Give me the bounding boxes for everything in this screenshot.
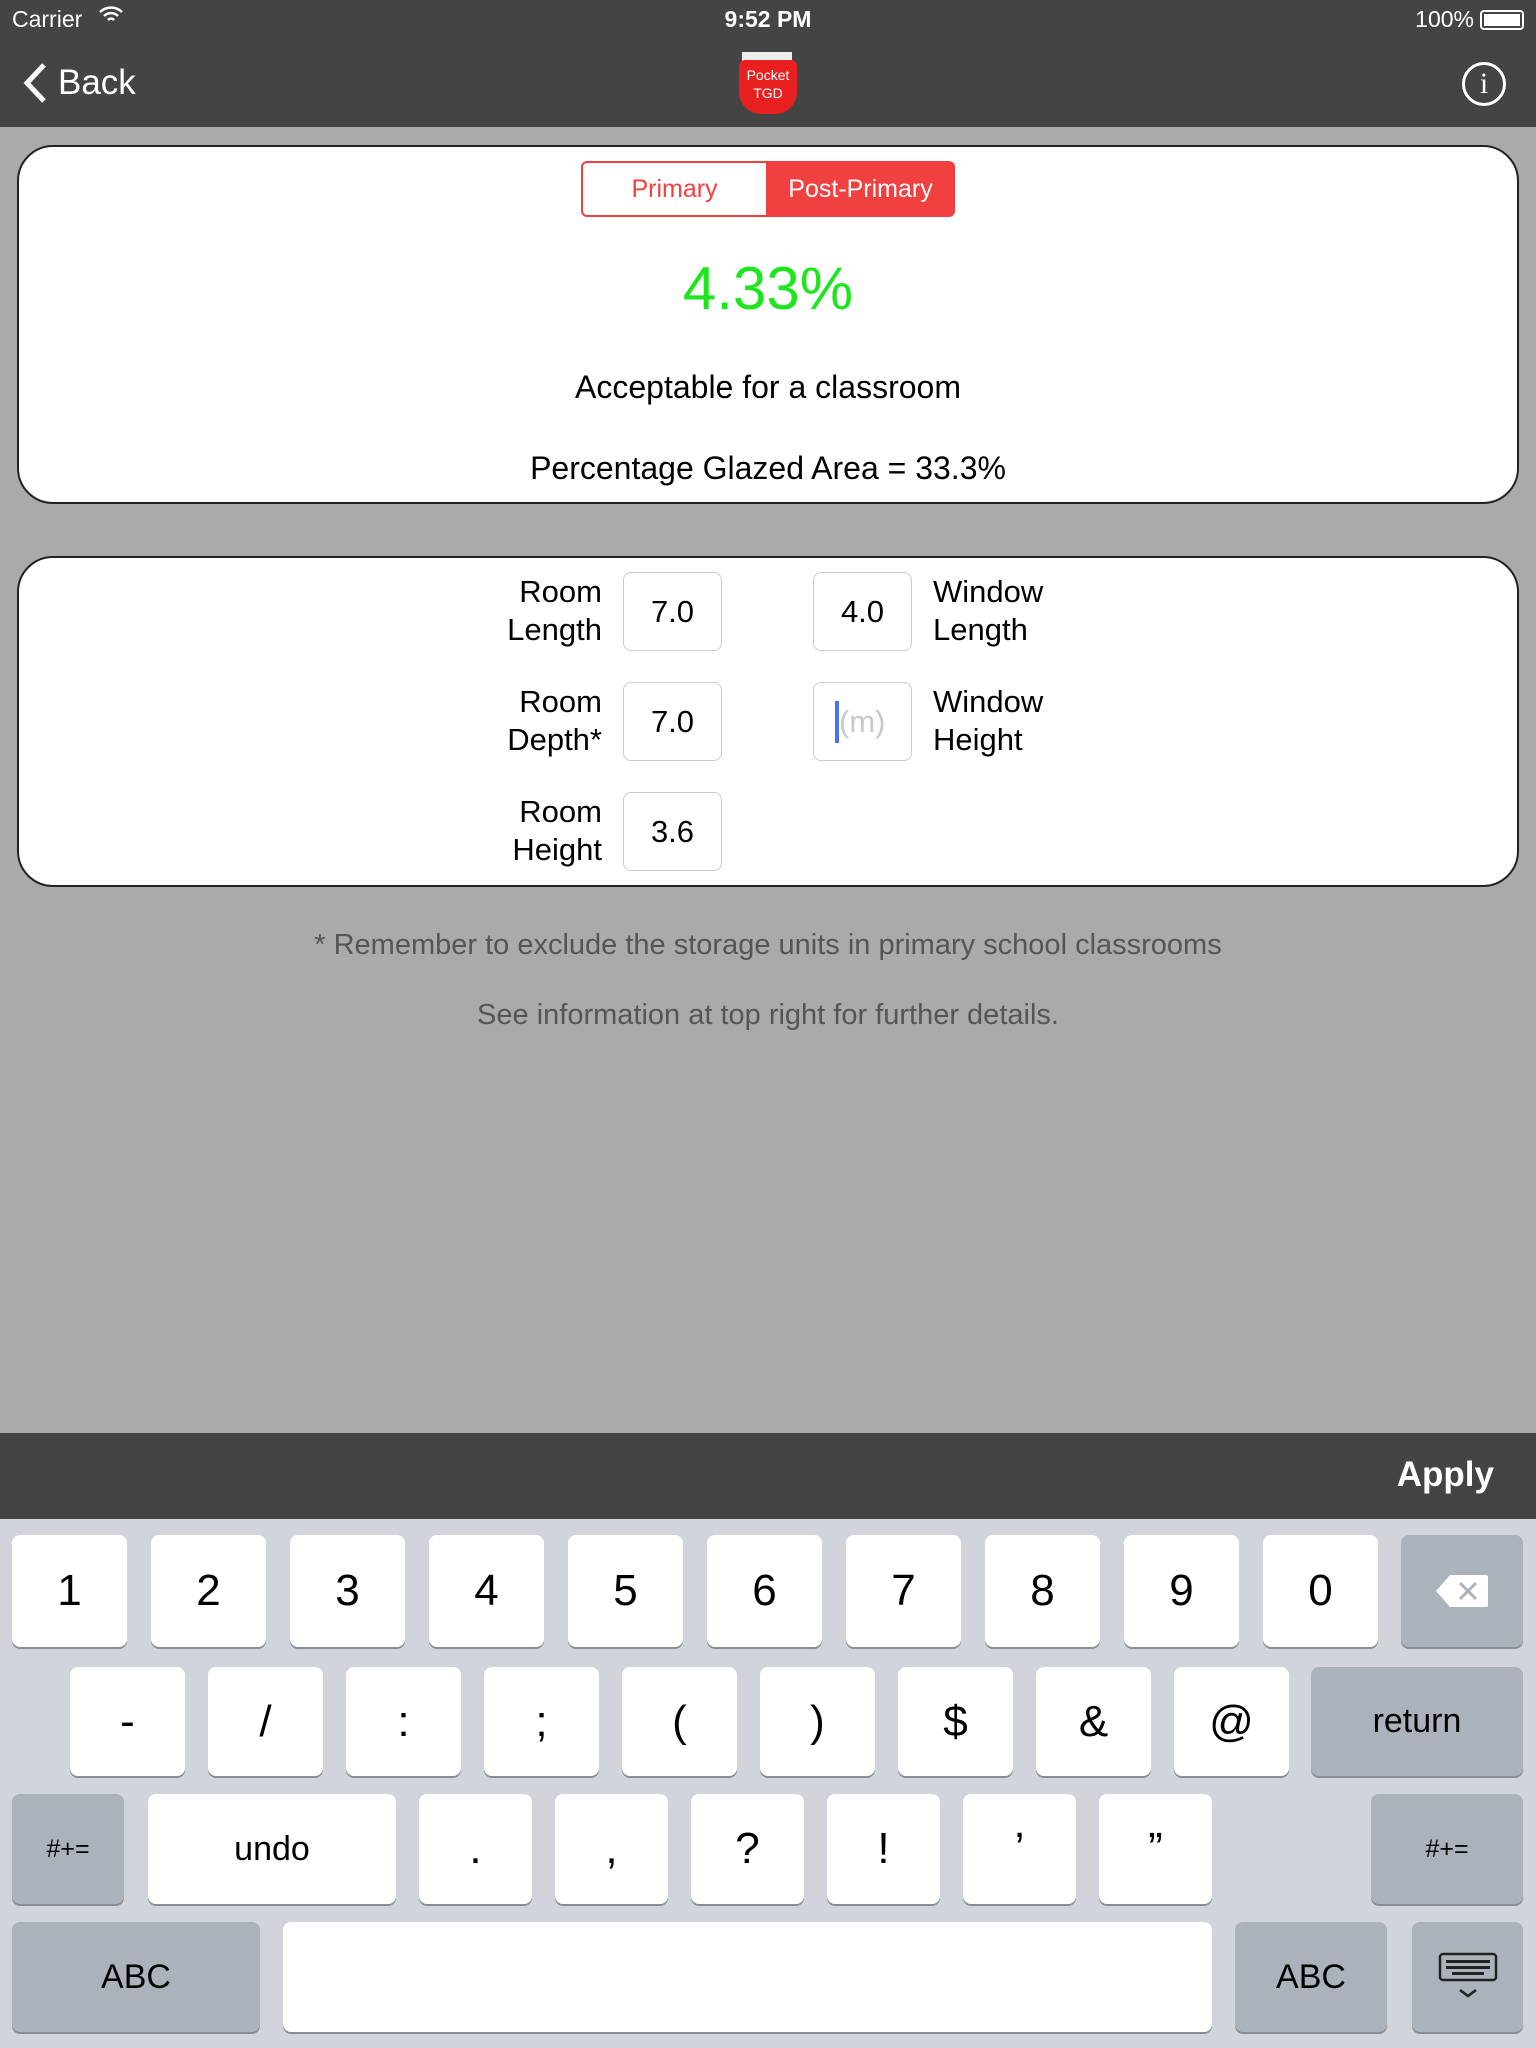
room-height-label: Room Height [512,794,602,867]
backspace-icon [1436,1575,1488,1607]
key-symbol-3[interactable]: ; [484,1667,599,1776]
percentage-result: 4.33% [682,255,854,322]
key-symbol-6[interactable]: $ [898,1667,1013,1776]
back-button[interactable]: Back [22,62,136,104]
key-punct-0[interactable]: . [419,1794,532,1904]
space-bar[interactable] [283,1922,1212,2032]
keyboard-toolbar: Apply [0,1433,1536,1519]
room-height-input[interactable]: 3.6 [623,792,722,871]
storage-note: * Remember to exclude the storage units … [314,929,1222,961]
key-symbol-1[interactable]: / [208,1667,323,1776]
undo-key[interactable]: undo [148,1794,396,1904]
symbols-key-right[interactable]: #+= [1371,1794,1523,1904]
room-depth-input[interactable]: 7.0 [623,682,722,761]
apply-button[interactable]: Apply [1397,1455,1494,1495]
info-button[interactable]: i [1462,62,1506,106]
key-symbol-4[interactable]: ( [622,1667,737,1776]
key-symbol-0[interactable]: - [70,1667,185,1776]
room-depth-label: Room Depth* [507,684,602,757]
room-length-input[interactable]: 7.0 [623,572,722,651]
key-symbol-7[interactable]: & [1036,1667,1151,1776]
verdict-text: Acceptable for a classroom [575,369,961,405]
key-punct-4[interactable]: ’ [963,1794,1076,1904]
window-height-input[interactable]: (m) [813,682,912,761]
dismiss-keyboard-key[interactable] [1412,1922,1523,2032]
key-8[interactable]: 9 [1124,1535,1239,1647]
battery-icon [1480,10,1524,30]
key-9[interactable]: 0 [1263,1535,1378,1647]
window-height-placeholder: (m) [839,703,886,739]
segment-post-primary[interactable]: Post-Primary [766,161,955,217]
window-height-label: Window Height [933,684,1044,757]
key-2[interactable]: 3 [290,1535,405,1647]
key-7[interactable]: 8 [985,1535,1100,1647]
glazed-area-text: Percentage Glazed Area = 33.3% [530,450,1006,486]
inputs-card [17,556,1519,887]
battery-percent: 100% [1415,6,1474,32]
chevron-left-icon [23,63,46,103]
window-length-label: Window Length [933,574,1044,647]
key-punct-5[interactable]: ” [1099,1794,1212,1904]
key-punct-1[interactable]: , [555,1794,668,1904]
key-symbol-8[interactable]: @ [1174,1667,1289,1776]
key-4[interactable]: 5 [568,1535,683,1647]
symbols-key-left[interactable]: #+= [12,1794,124,1904]
info-note: See information at top right for further… [477,999,1059,1031]
return-key[interactable]: return [1311,1667,1523,1776]
clock: 9:52 PM [724,6,812,32]
window-length-input[interactable]: 4.0 [813,572,912,651]
key-punct-3[interactable]: ! [827,1794,940,1904]
key-symbol-5[interactable]: ) [760,1667,875,1776]
key-6[interactable]: 7 [846,1535,961,1647]
abc-key-right[interactable]: ABC [1235,1922,1387,2032]
key-punct-2[interactable]: ? [691,1794,804,1904]
back-label: Back [58,63,136,102]
room-length-label: Room Length [507,574,602,647]
abc-key-left[interactable]: ABC [12,1922,260,2032]
delete-key[interactable] [1401,1535,1523,1647]
key-1[interactable]: 2 [151,1535,266,1647]
key-5[interactable]: 6 [707,1535,822,1647]
key-symbol-2[interactable]: : [346,1667,461,1776]
keyboard-hide-icon [1438,1952,1497,1998]
navigation-bar: Carrier 9:52 PM 100% Back Pocket TGD i [0,0,1536,127]
key-0[interactable]: 1 [12,1535,127,1647]
segment-primary[interactable]: Primary [581,161,768,217]
key-3[interactable]: 4 [429,1535,544,1647]
app-logo: Pocket TGD [736,52,800,116]
